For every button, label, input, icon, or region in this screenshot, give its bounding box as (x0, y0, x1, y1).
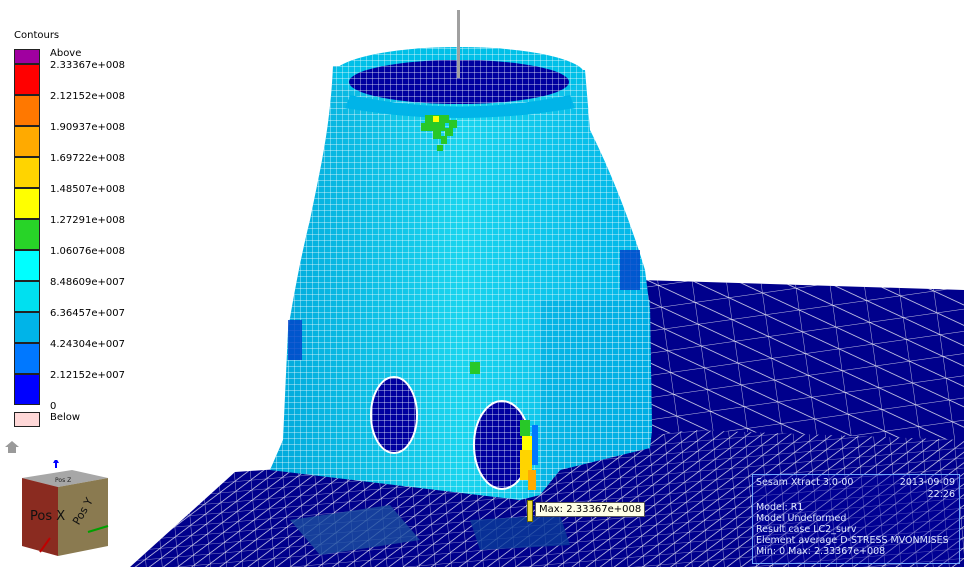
max-value-marker (527, 500, 533, 522)
legend-label: 1.90937e+008 (50, 122, 125, 133)
legend-swatch (14, 281, 40, 312)
view-cube[interactable]: Pos X Pos Y Pos Z (10, 460, 120, 560)
legend-label: 1.06076e+008 (50, 246, 125, 257)
model-label: Model: R1 (756, 502, 804, 513)
legend-label: 8.48609e+007 (50, 277, 125, 288)
home-icon[interactable] (5, 441, 19, 453)
legend-swatch (14, 157, 40, 188)
legend-swatch (14, 374, 40, 405)
legend-swatch (14, 250, 40, 281)
result-range-label: Min: 0 Max: 2.33367e+008 (756, 546, 886, 557)
legend-swatch (14, 188, 40, 219)
legend-swatch (14, 219, 40, 250)
legend-label: Below (50, 412, 81, 423)
program-label: Sesam Xtract 3.0-00 (756, 477, 854, 488)
legend-label: 2.33367e+008 (50, 60, 125, 71)
legend-label: 0 (50, 401, 57, 412)
legend-title: Contours (14, 30, 60, 41)
legend-swatch (14, 343, 40, 374)
legend-label: 1.27291e+008 (50, 215, 125, 226)
result-case-label: Result case LC2_surv (756, 524, 857, 535)
view-cube-top-label: Pos Z (55, 477, 71, 484)
legend-label: 1.69722e+008 (50, 153, 125, 164)
model-state-label: Model Undeformed (756, 513, 847, 524)
date-label: 2013-09-09 (899, 477, 955, 488)
legend-label: 1.48507e+008 (50, 184, 125, 195)
max-value-label: Max: 2.33367e+008 (535, 502, 646, 517)
legend-swatch (14, 64, 40, 95)
legend-label: Above (50, 48, 82, 59)
result-info-panel: Sesam Xtract 3.0-00 2013-09-09 22:26 Mod… (752, 474, 960, 564)
legend-label: 6.36457e+007 (50, 308, 125, 319)
legend-swatch (14, 312, 40, 343)
result-quantity-label: Element average D-STRESS MVONMISES (756, 535, 949, 546)
legend-label: 4.24304e+007 (50, 339, 125, 350)
time-label: 22:26 (927, 489, 955, 500)
column-structure (270, 10, 652, 500)
legend-swatch (14, 95, 40, 126)
z-axis-arrowhead (53, 460, 59, 463)
legend-swatch (14, 126, 40, 157)
legend-label: 2.12152e+007 (50, 370, 125, 381)
view-cube-front-label: Pos X (30, 509, 65, 524)
legend-swatch (14, 49, 40, 64)
legend-swatch (14, 412, 40, 427)
legend-label: 2.12152e+008 (50, 91, 125, 102)
